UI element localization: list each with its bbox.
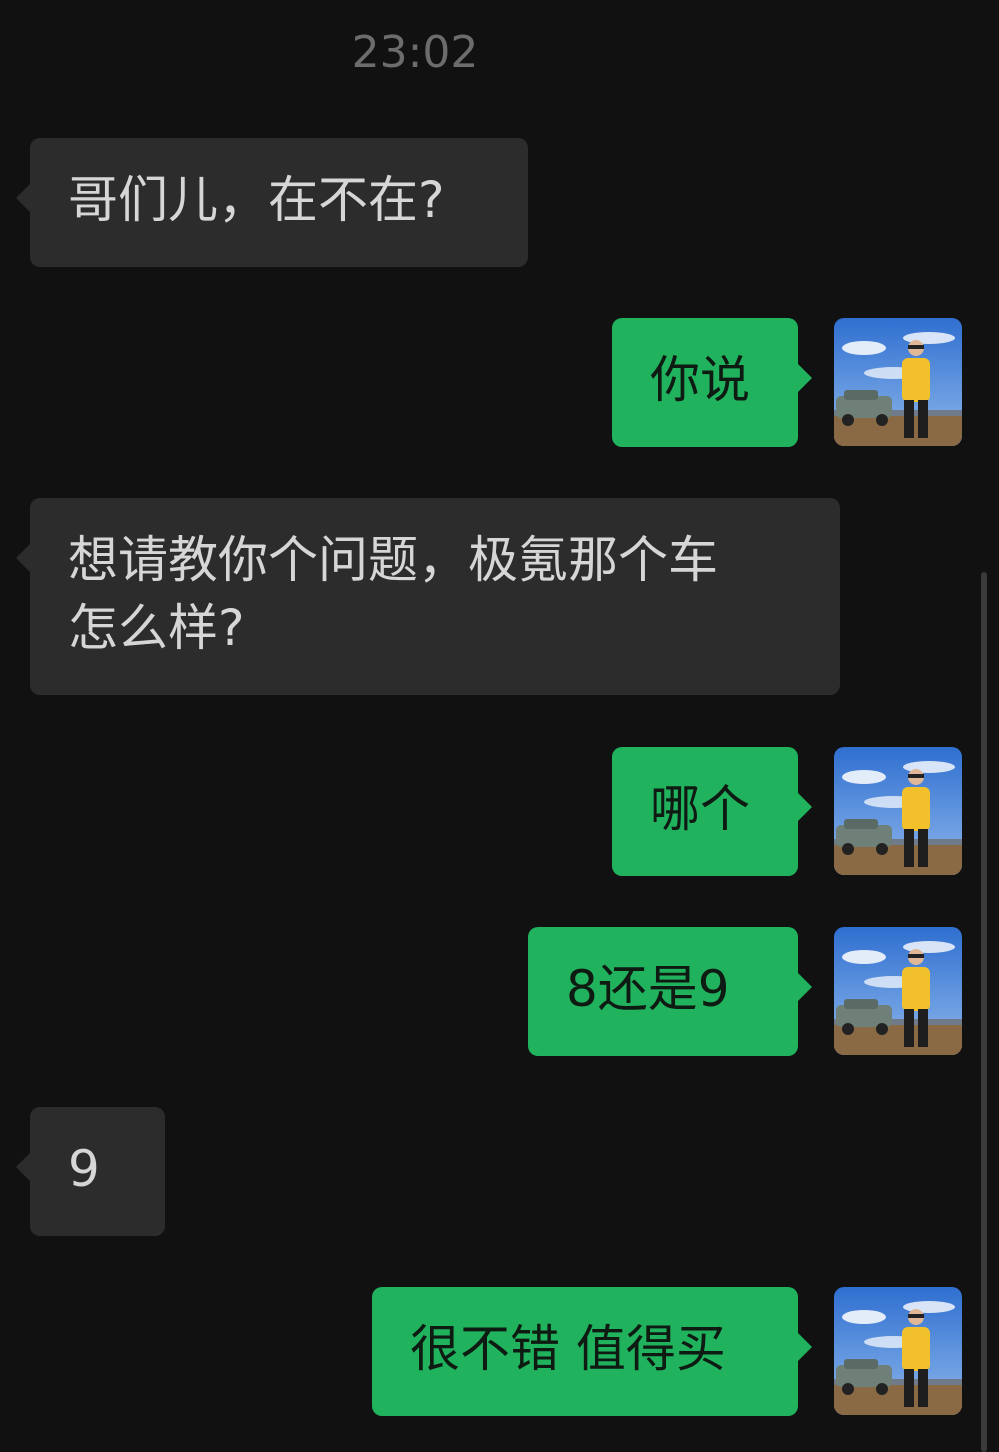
user-avatar[interactable]: [834, 747, 962, 875]
user-avatar[interactable]: [834, 318, 962, 446]
user-avatar-photo-icon: [834, 747, 962, 875]
message-bubble-outgoing[interactable]: 很不错 值得买: [372, 1287, 812, 1416]
message-bubble-incoming[interactable]: 9: [16, 1107, 165, 1236]
chat-scrollbar[interactable]: [981, 572, 987, 1452]
message-bubble-incoming[interactable]: 想请教你个问题，极氪那个车 怎么样?: [16, 498, 840, 695]
message-bubble-outgoing[interactable]: 哪个: [612, 747, 812, 876]
message-bubble-outgoing[interactable]: 8还是9: [528, 927, 812, 1056]
message-bubble-outgoing[interactable]: 你说: [612, 318, 812, 447]
user-avatar-photo-icon: [834, 1287, 962, 1415]
user-avatar-photo-icon: [834, 318, 962, 446]
chat-timestamp: 23:02: [351, 27, 479, 78]
user-avatar[interactable]: [834, 1287, 962, 1415]
user-avatar[interactable]: [834, 927, 962, 1055]
message-bubble-incoming[interactable]: 哥们儿，在不在?: [16, 138, 528, 267]
user-avatar-photo-icon: [834, 927, 962, 1055]
